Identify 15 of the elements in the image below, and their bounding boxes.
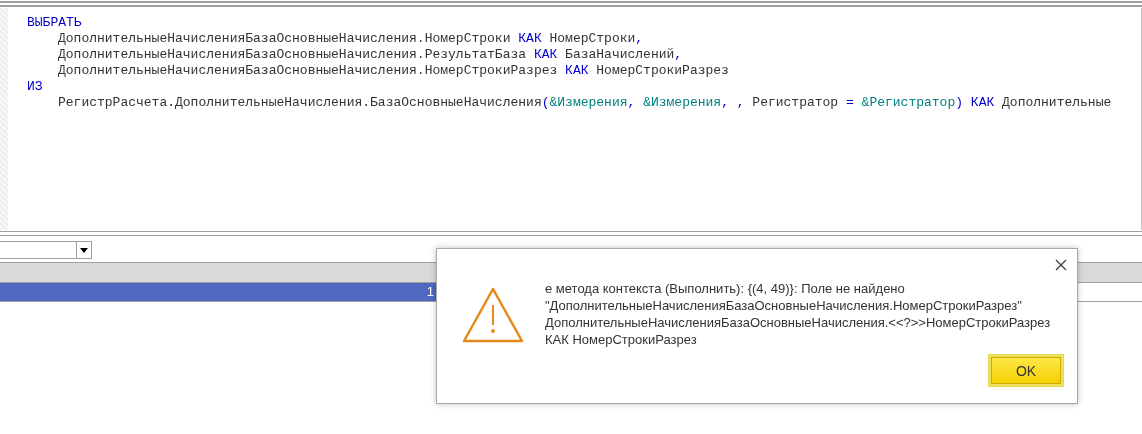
ok-button[interactable]: OK — [989, 355, 1063, 386]
code-line: ДополнительныеНачисленияБазаОсновныеНачисления.НомерСтроки КАК НомерСтроки, — [57, 31, 645, 47]
table-cell[interactable]: 1 — [0, 283, 436, 301]
close-button[interactable] — [1053, 257, 1069, 273]
code-line: ДополнительныеНачисленияБазаОсновныеНачисления.НомерСтрокиРазрез КАК НомерСтрокиРазрез — [57, 63, 730, 79]
code-editor[interactable] — [0, 8, 1142, 230]
warning-icon — [462, 287, 524, 343]
close-icon — [1055, 259, 1067, 271]
code-line: ИЗ — [27, 79, 44, 95]
code-line: ВЫБРАТЬ — [27, 15, 83, 31]
code-line: ДополнительныеНачисленияБазаОсновныеНачисления.РезультатБаза КАК БазаНачислений, — [57, 47, 684, 63]
code-line: РегистрРасчета.ДополнительныеНачисления.БазаОсновныеНачисления(&Измерения, &Измерения, , Регистратор = &Регистратор) КАК Дополнительные — [57, 95, 1113, 111]
dropdown-arrow-icon — [80, 247, 88, 253]
combo-box[interactable] — [0, 241, 92, 259]
error-message: е метода контекста (Выполнить): {(4, 49)}: Поле не найдено "ДополнительныеНачисленияБазаОсновныеНачисления.НомерСтрокиРазрез" ДополнительныеНачисленияБазаОсновныеНачисления.<<?>>НомерСтрокиРазрез КАК НомерСтрокиРазрез — [545, 280, 1052, 349]
